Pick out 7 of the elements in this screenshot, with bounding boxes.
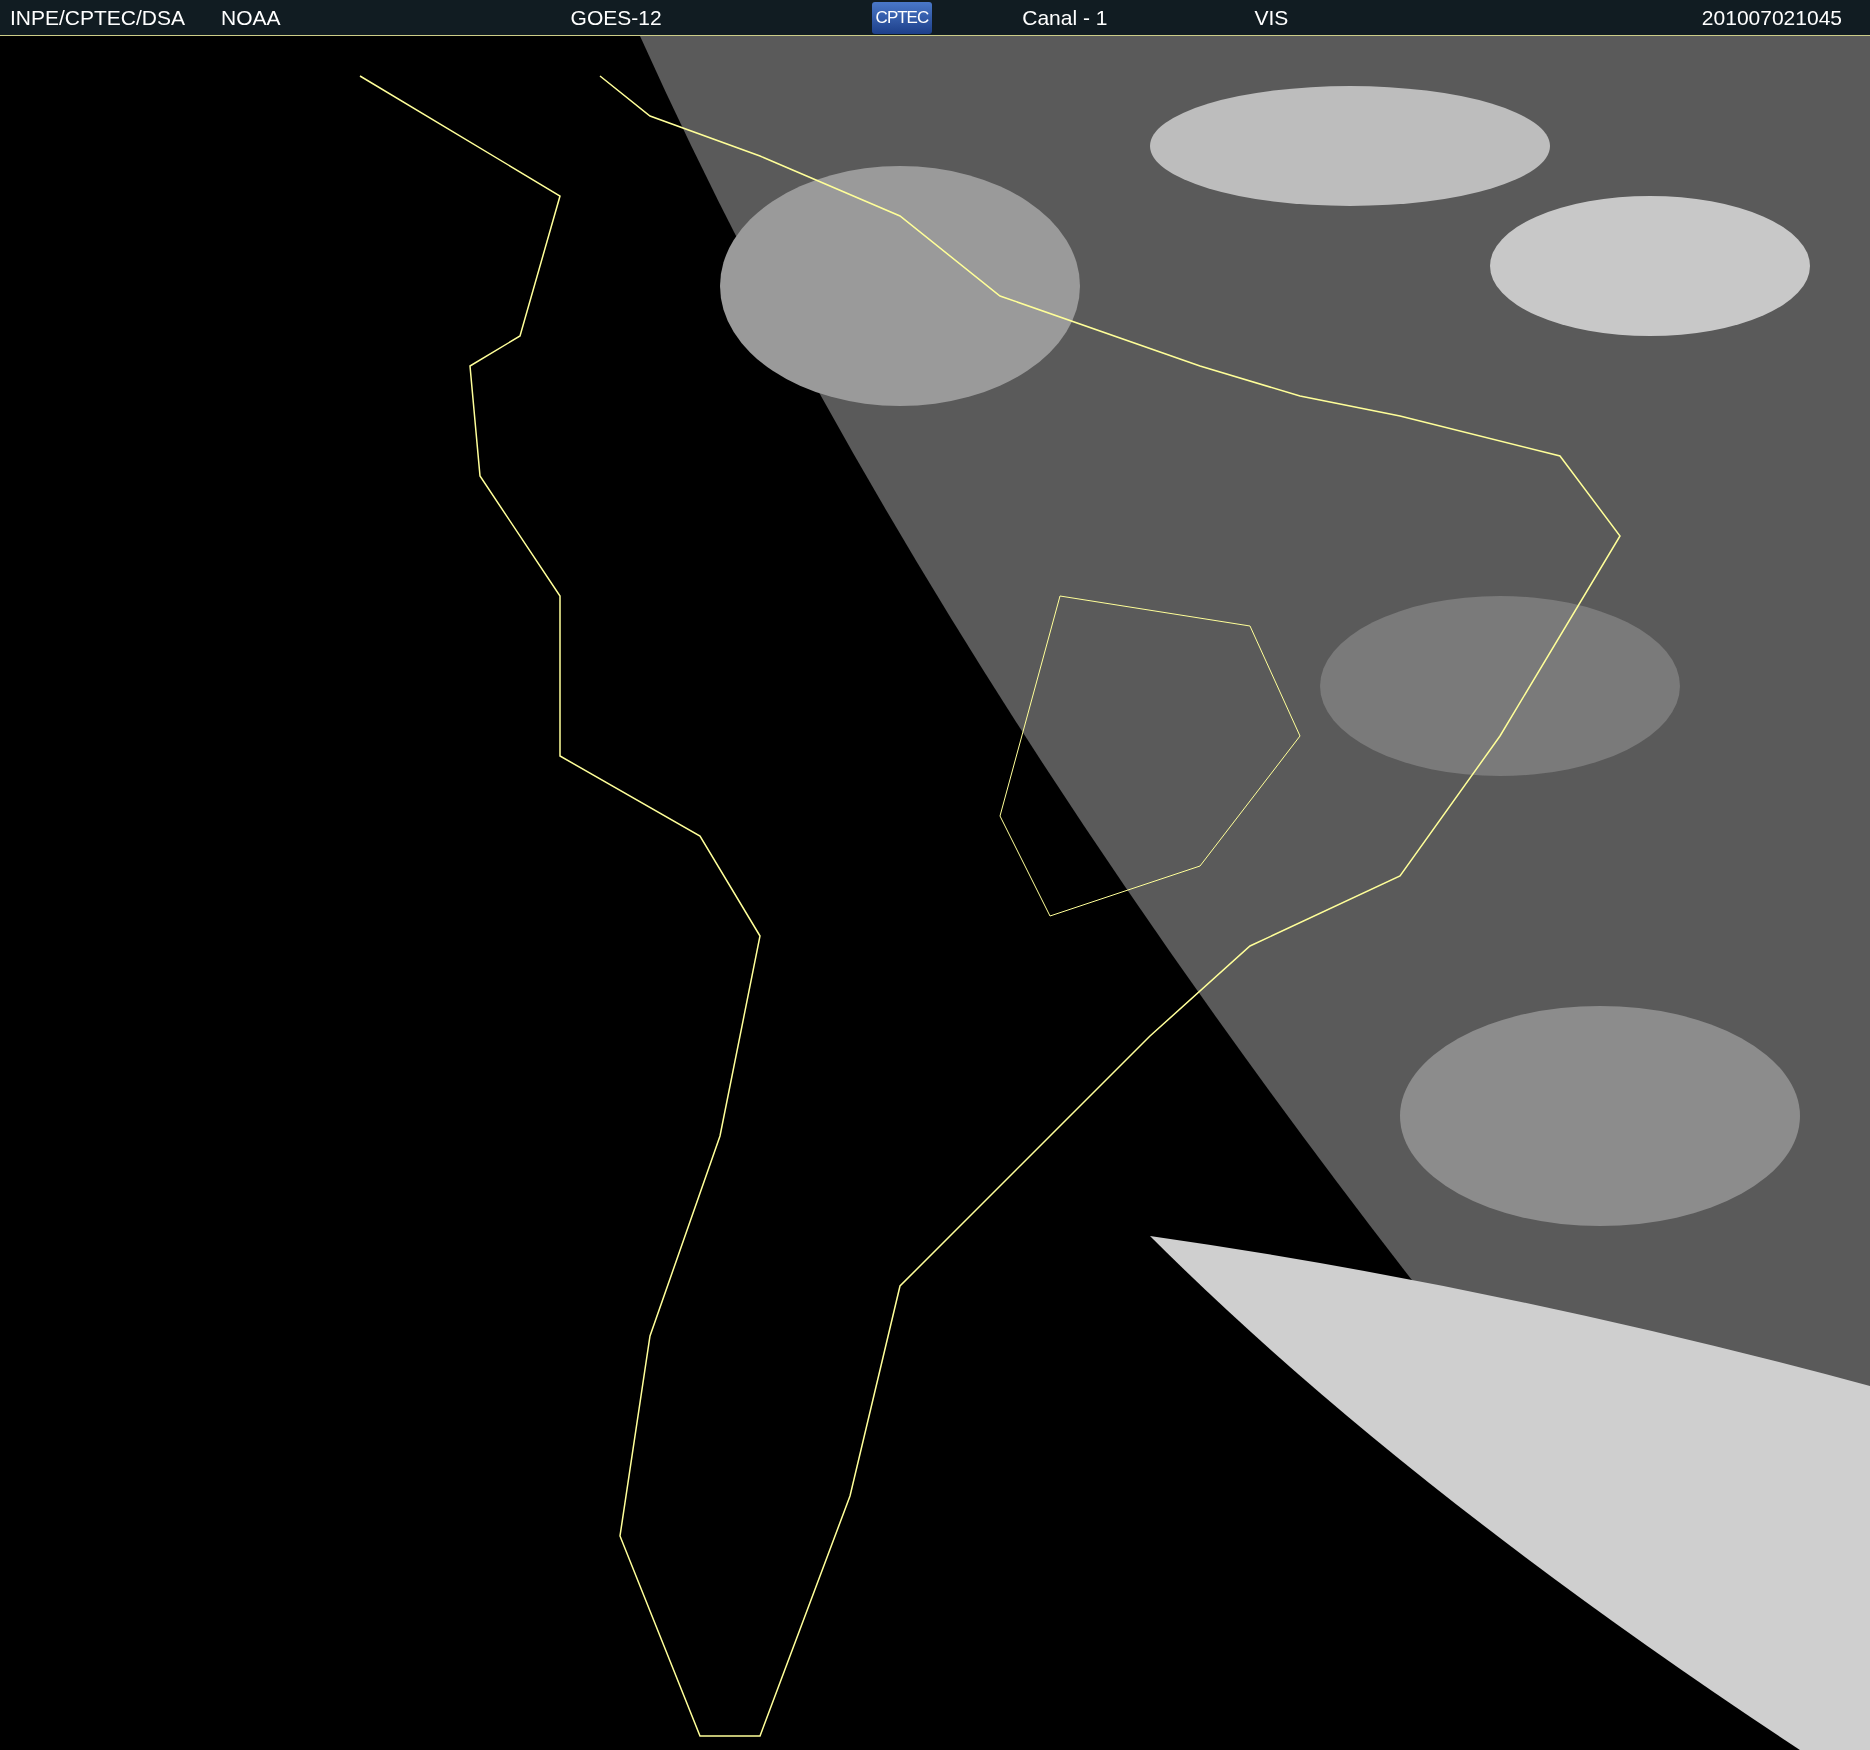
header-label: VIS <box>1254 5 1289 30</box>
timestamp: 201007021045 <box>1701 5 1842 30</box>
header-label: NOAA <box>221 5 281 30</box>
header-label: GOES-12 <box>570 5 662 30</box>
header-label: INPE/CPTEC/DSA <box>10 5 186 30</box>
logo: CPTEC <box>871 1 933 34</box>
header-label: Canal - 1 <box>1022 5 1108 30</box>
